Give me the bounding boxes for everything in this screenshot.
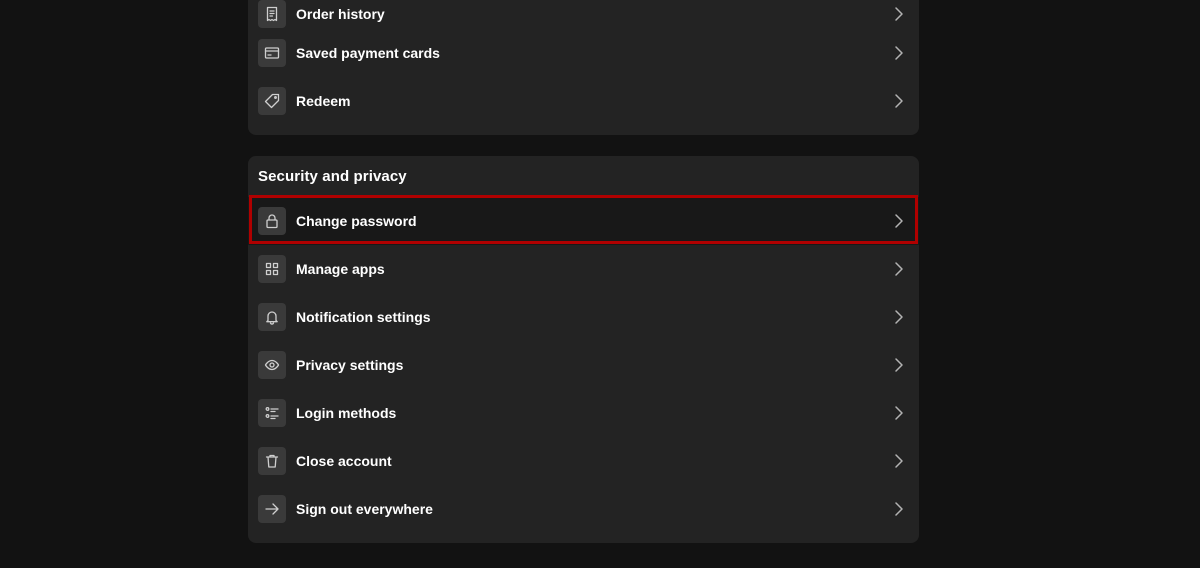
close-account-label: Close account: [296, 453, 392, 469]
sign-out-everywhere-label: Sign out everywhere: [296, 501, 433, 517]
chevron-right-icon: [889, 499, 909, 519]
manage-apps-label: Manage apps: [296, 261, 385, 277]
bell-icon: [258, 303, 286, 331]
login-methods-label: Login methods: [296, 405, 397, 421]
apps-grid-icon: [258, 255, 286, 283]
tag-icon: [258, 87, 286, 115]
privacy-settings-row[interactable]: Privacy settings: [248, 341, 919, 389]
saved-payment-cards-label: Saved payment cards: [296, 45, 440, 61]
chevron-right-icon: [889, 211, 909, 231]
list-icon: [258, 399, 286, 427]
chevron-right-icon: [889, 451, 909, 471]
chevron-right-icon: [889, 403, 909, 423]
manage-apps-row[interactable]: Manage apps: [248, 245, 919, 293]
chevron-right-icon: [889, 259, 909, 279]
credit-card-icon: [258, 39, 286, 67]
redeem-row[interactable]: Redeem: [248, 77, 919, 125]
trash-icon: [258, 447, 286, 475]
notification-settings-row[interactable]: Notification settings: [248, 293, 919, 341]
chevron-right-icon: [889, 355, 909, 375]
arrow-right-icon: [258, 495, 286, 523]
close-account-row[interactable]: Close account: [248, 437, 919, 485]
notification-settings-label: Notification settings: [296, 309, 431, 325]
section-title: Security and privacy: [258, 168, 407, 185]
change-password-row[interactable]: Change password: [248, 197, 919, 245]
chevron-right-icon: [889, 91, 909, 111]
payment-card: Order history Saved payment cards Redeem: [248, 0, 919, 135]
chevron-right-icon: [889, 43, 909, 63]
chevron-right-icon: [889, 307, 909, 327]
redeem-label: Redeem: [296, 93, 351, 109]
receipt-icon: [258, 0, 286, 28]
lock-icon: [258, 207, 286, 235]
security-privacy-card: Security and privacy Change password Man…: [248, 156, 919, 543]
sign-out-everywhere-row[interactable]: Sign out everywhere: [248, 485, 919, 533]
chevron-right-icon: [889, 4, 909, 24]
privacy-settings-label: Privacy settings: [296, 357, 404, 373]
saved-payment-cards-row[interactable]: Saved payment cards: [248, 29, 919, 77]
change-password-label: Change password: [296, 213, 417, 229]
eye-icon: [258, 351, 286, 379]
login-methods-row[interactable]: Login methods: [248, 389, 919, 437]
order-history-label: Order history: [296, 6, 385, 22]
